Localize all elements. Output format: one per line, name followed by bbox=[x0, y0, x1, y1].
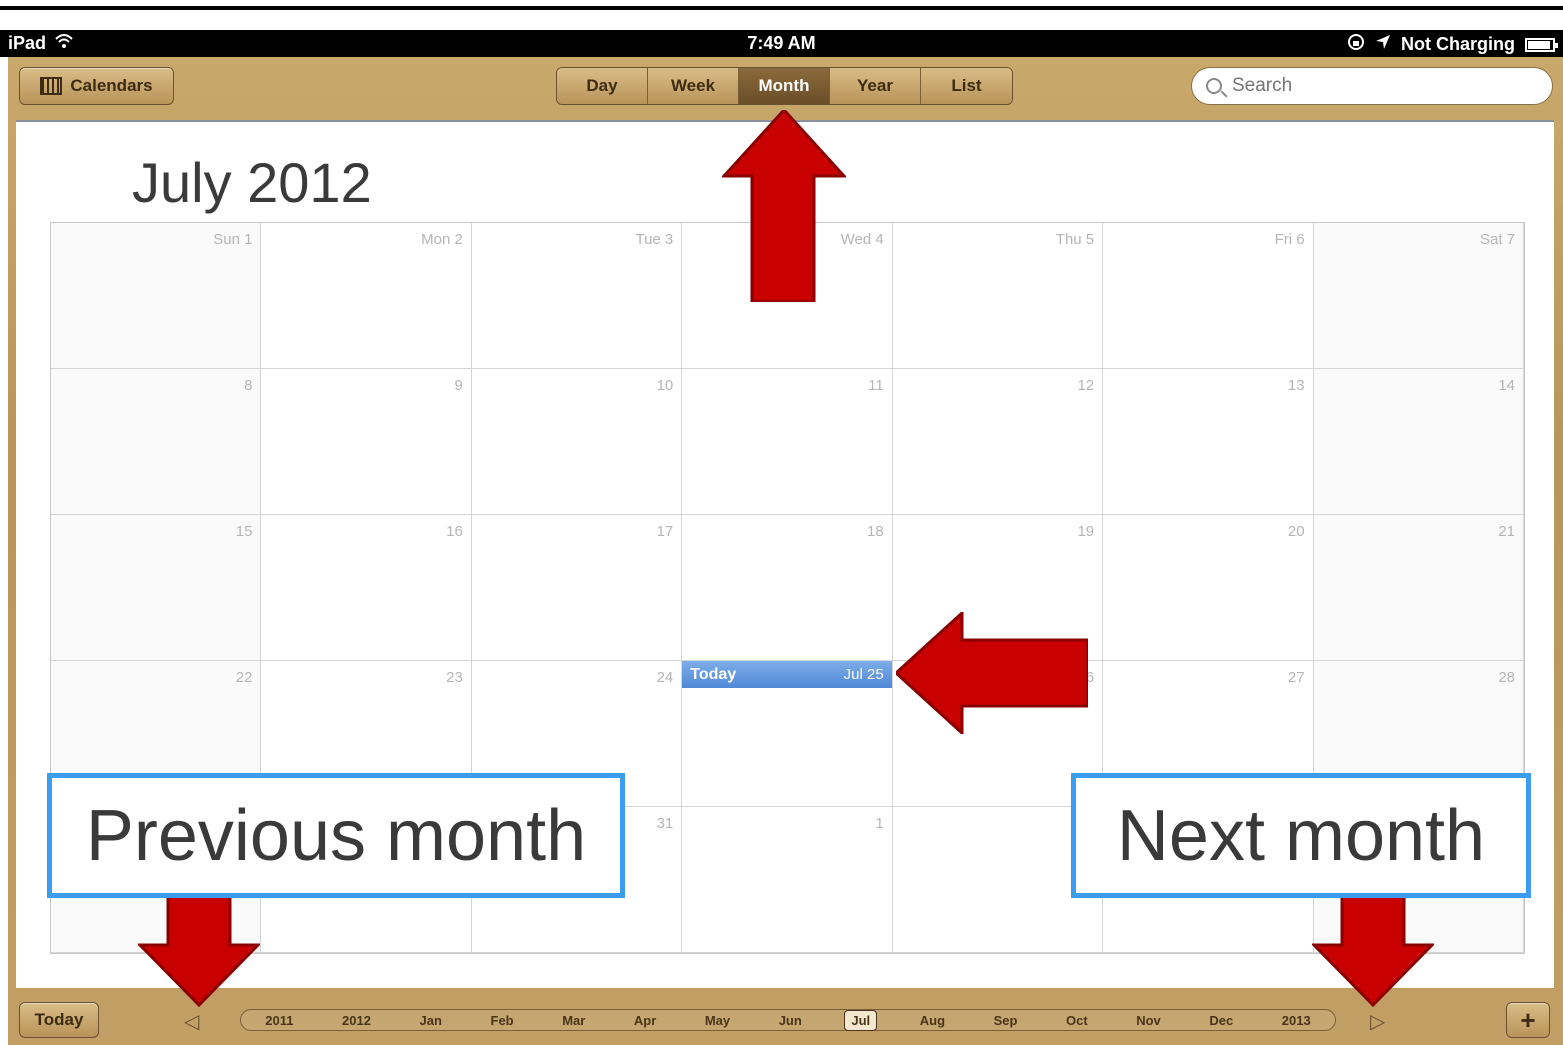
day-cell[interactable]: 18 bbox=[682, 515, 893, 661]
timeline-item[interactable]: Aug bbox=[914, 1011, 951, 1030]
day-cell[interactable]: 20 bbox=[1103, 515, 1314, 661]
day-label: Wed 4 bbox=[840, 231, 884, 248]
view-week-button[interactable]: Week bbox=[648, 68, 739, 104]
timeline-item-selected[interactable]: Jul bbox=[844, 1009, 878, 1031]
day-cell[interactable]: 17 bbox=[471, 515, 683, 661]
next-month-callout: Next month bbox=[1071, 773, 1531, 898]
today-button[interactable]: Today bbox=[19, 1002, 99, 1038]
day-cell[interactable]: 8 bbox=[51, 369, 262, 515]
day-label: 19 bbox=[1077, 523, 1095, 540]
timeline-item[interactable]: Jun bbox=[773, 1011, 808, 1030]
add-event-button[interactable]: + bbox=[1506, 1002, 1550, 1038]
search-input[interactable] bbox=[1232, 75, 1532, 97]
timeline-item[interactable]: Nov bbox=[1130, 1011, 1167, 1030]
status-right: Not Charging bbox=[1347, 33, 1558, 56]
search-field[interactable] bbox=[1191, 67, 1553, 105]
arrow-up-icon bbox=[722, 110, 846, 302]
view-list-button[interactable]: List bbox=[921, 68, 1012, 104]
day-cell[interactable]: 16 bbox=[261, 515, 472, 661]
day-label: Thu 5 bbox=[1055, 231, 1095, 248]
timeline-item[interactable]: Jan bbox=[414, 1011, 448, 1030]
today-cell[interactable]: Today Jul 25 bbox=[682, 661, 893, 807]
day-label: Sat 7 bbox=[1479, 231, 1515, 248]
previous-month-callout: Previous month bbox=[47, 773, 625, 898]
day-label: 20 bbox=[1287, 523, 1305, 540]
today-date: Jul 25 bbox=[843, 666, 884, 683]
day-cell[interactable]: Fri 6 bbox=[1103, 223, 1314, 369]
timeline-item[interactable]: Sep bbox=[988, 1011, 1024, 1030]
arrow-down-icon bbox=[138, 895, 260, 1007]
day-cell[interactable]: 13 bbox=[1103, 369, 1314, 515]
arrow-left-icon bbox=[896, 612, 1088, 734]
day-label: 10 bbox=[656, 377, 674, 394]
day-cell[interactable]: Mon 2 bbox=[261, 223, 472, 369]
timeline-item[interactable]: May bbox=[699, 1011, 736, 1030]
calendars-button[interactable]: Calendars bbox=[19, 67, 174, 105]
day-cell[interactable]: Sat 7 bbox=[1313, 223, 1524, 369]
day-label: Fri 6 bbox=[1274, 231, 1305, 248]
day-label: 18 bbox=[867, 523, 884, 540]
month-title: July 2012 bbox=[132, 151, 372, 214]
view-month-button[interactable]: Month bbox=[739, 68, 830, 104]
day-label: 16 bbox=[446, 523, 463, 540]
rotation-lock-icon bbox=[1347, 33, 1365, 56]
arrow-down-icon bbox=[1312, 895, 1434, 1007]
day-label: 28 bbox=[1498, 669, 1515, 686]
calendar-list-icon bbox=[40, 77, 63, 95]
day-label: 15 bbox=[235, 523, 253, 540]
day-cell[interactable]: 1 bbox=[682, 807, 893, 953]
day-cell[interactable]: 15 bbox=[51, 515, 262, 661]
battery-icon bbox=[1525, 37, 1558, 52]
day-label: 22 bbox=[235, 669, 253, 686]
day-label: 11 bbox=[868, 377, 884, 394]
day-cell[interactable]: 11 bbox=[682, 369, 893, 515]
view-switcher: Day Week Month Year List bbox=[556, 67, 1013, 105]
timeline-item[interactable]: 2012 bbox=[336, 1011, 377, 1030]
status-bar: iPad 7:49 AM Not Charging bbox=[0, 30, 1563, 57]
day-cell[interactable]: 12 bbox=[892, 369, 1104, 515]
view-year-button[interactable]: Year bbox=[830, 68, 921, 104]
day-cell[interactable]: 9 bbox=[261, 369, 472, 515]
day-label: 8 bbox=[244, 377, 253, 394]
day-label: 12 bbox=[1077, 377, 1095, 394]
previous-month-button[interactable]: ◁ bbox=[184, 1009, 199, 1034]
day-cell[interactable]: 10 bbox=[471, 369, 683, 515]
day-cell[interactable]: 21 bbox=[1313, 515, 1524, 661]
view-day-button[interactable]: Day bbox=[557, 68, 648, 104]
day-label: 13 bbox=[1287, 377, 1305, 394]
charging-status: Not Charging bbox=[1401, 34, 1515, 54]
timeline-item[interactable]: 2013 bbox=[1276, 1011, 1317, 1030]
month-timeline: 2011 2012 Jan Feb Mar Apr May Jun Jul Au… bbox=[240, 1009, 1336, 1031]
day-label: 31 bbox=[656, 815, 674, 832]
calendars-label: Calendars bbox=[70, 76, 153, 95]
day-label: 9 bbox=[454, 377, 463, 394]
day-cell[interactable]: 14 bbox=[1313, 369, 1524, 515]
status-time: 7:49 AM bbox=[747, 33, 816, 53]
location-icon bbox=[1375, 34, 1391, 55]
day-cell[interactable]: Sun 1 bbox=[51, 223, 262, 369]
day-label: Mon 2 bbox=[421, 231, 463, 248]
day-label: 24 bbox=[656, 669, 674, 686]
today-bar: Today Jul 25 bbox=[682, 661, 892, 688]
day-label: 23 bbox=[446, 669, 463, 686]
day-label: 21 bbox=[1498, 523, 1515, 540]
search-icon bbox=[1206, 78, 1222, 94]
day-label: 1 bbox=[875, 815, 884, 832]
day-label: 17 bbox=[656, 523, 674, 540]
timeline-item[interactable]: Dec bbox=[1203, 1011, 1239, 1030]
day-label: 14 bbox=[1498, 377, 1515, 394]
top-border bbox=[0, 0, 1563, 10]
next-month-button[interactable]: ▷ bbox=[1370, 1009, 1385, 1034]
today-label: Today bbox=[690, 665, 737, 683]
day-label: 27 bbox=[1287, 669, 1305, 686]
timeline-item[interactable]: Feb bbox=[485, 1011, 520, 1030]
timeline-item[interactable]: Apr bbox=[628, 1011, 662, 1030]
day-cell[interactable]: Tue 3 bbox=[471, 223, 683, 369]
timeline-item[interactable]: 2011 bbox=[259, 1011, 299, 1030]
day-cell[interactable]: Thu 5 bbox=[892, 223, 1104, 369]
timeline-item[interactable]: Oct bbox=[1060, 1011, 1094, 1030]
day-label: Tue 3 bbox=[635, 231, 674, 248]
day-label: Sun 1 bbox=[213, 231, 253, 248]
timeline-item[interactable]: Mar bbox=[556, 1011, 591, 1030]
